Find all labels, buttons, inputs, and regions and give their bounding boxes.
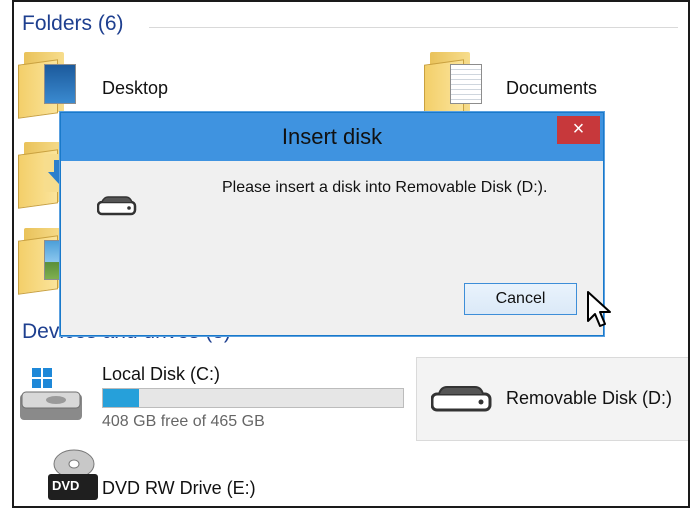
folder-label-documents[interactable]: Documents	[506, 78, 597, 99]
close-button[interactable]: ×	[557, 116, 600, 144]
dvd-drive-icon[interactable]: DVD	[44, 446, 104, 502]
local-disk-icon[interactable]	[20, 368, 90, 426]
removable-disk-dialog-icon	[97, 196, 137, 216]
dialog-title: Insert disk	[281, 124, 383, 149]
local-disk-usage-bar	[102, 388, 404, 408]
group-divider	[149, 27, 678, 28]
mouse-cursor-icon	[587, 291, 611, 327]
close-icon: ×	[572, 118, 585, 140]
top-border	[14, 0, 688, 2]
desktop-folder-icon[interactable]	[18, 52, 76, 119]
removable-disk-icon	[431, 386, 492, 412]
dvd-icon-text: DVD	[52, 478, 80, 493]
local-disk-usage-fill	[103, 389, 139, 407]
folder-label-desktop[interactable]: Desktop	[102, 78, 168, 99]
dvd-drive-label[interactable]: DVD RW Drive (E:)	[102, 478, 256, 499]
local-disk-free-text: 408 GB free of 465 GB	[102, 413, 265, 430]
folders-group-header[interactable]: Folders (6)	[22, 12, 124, 36]
insert-disk-dialog: Insert disk × Please insert a disk into …	[60, 112, 611, 336]
cancel-button[interactable]: Cancel	[464, 283, 577, 315]
dialog-titlebar[interactable]: Insert disk ×	[61, 113, 603, 161]
removable-disk-label: Removable Disk (D:)	[506, 388, 673, 408]
removable-disk-tile[interactable]: Removable Disk (D:)	[416, 357, 688, 441]
local-disk-label[interactable]: Local Disk (C:)	[102, 364, 220, 385]
dialog-message: Please insert a disk into Removable Disk…	[222, 179, 548, 196]
documents-folder-icon[interactable]	[424, 52, 482, 119]
